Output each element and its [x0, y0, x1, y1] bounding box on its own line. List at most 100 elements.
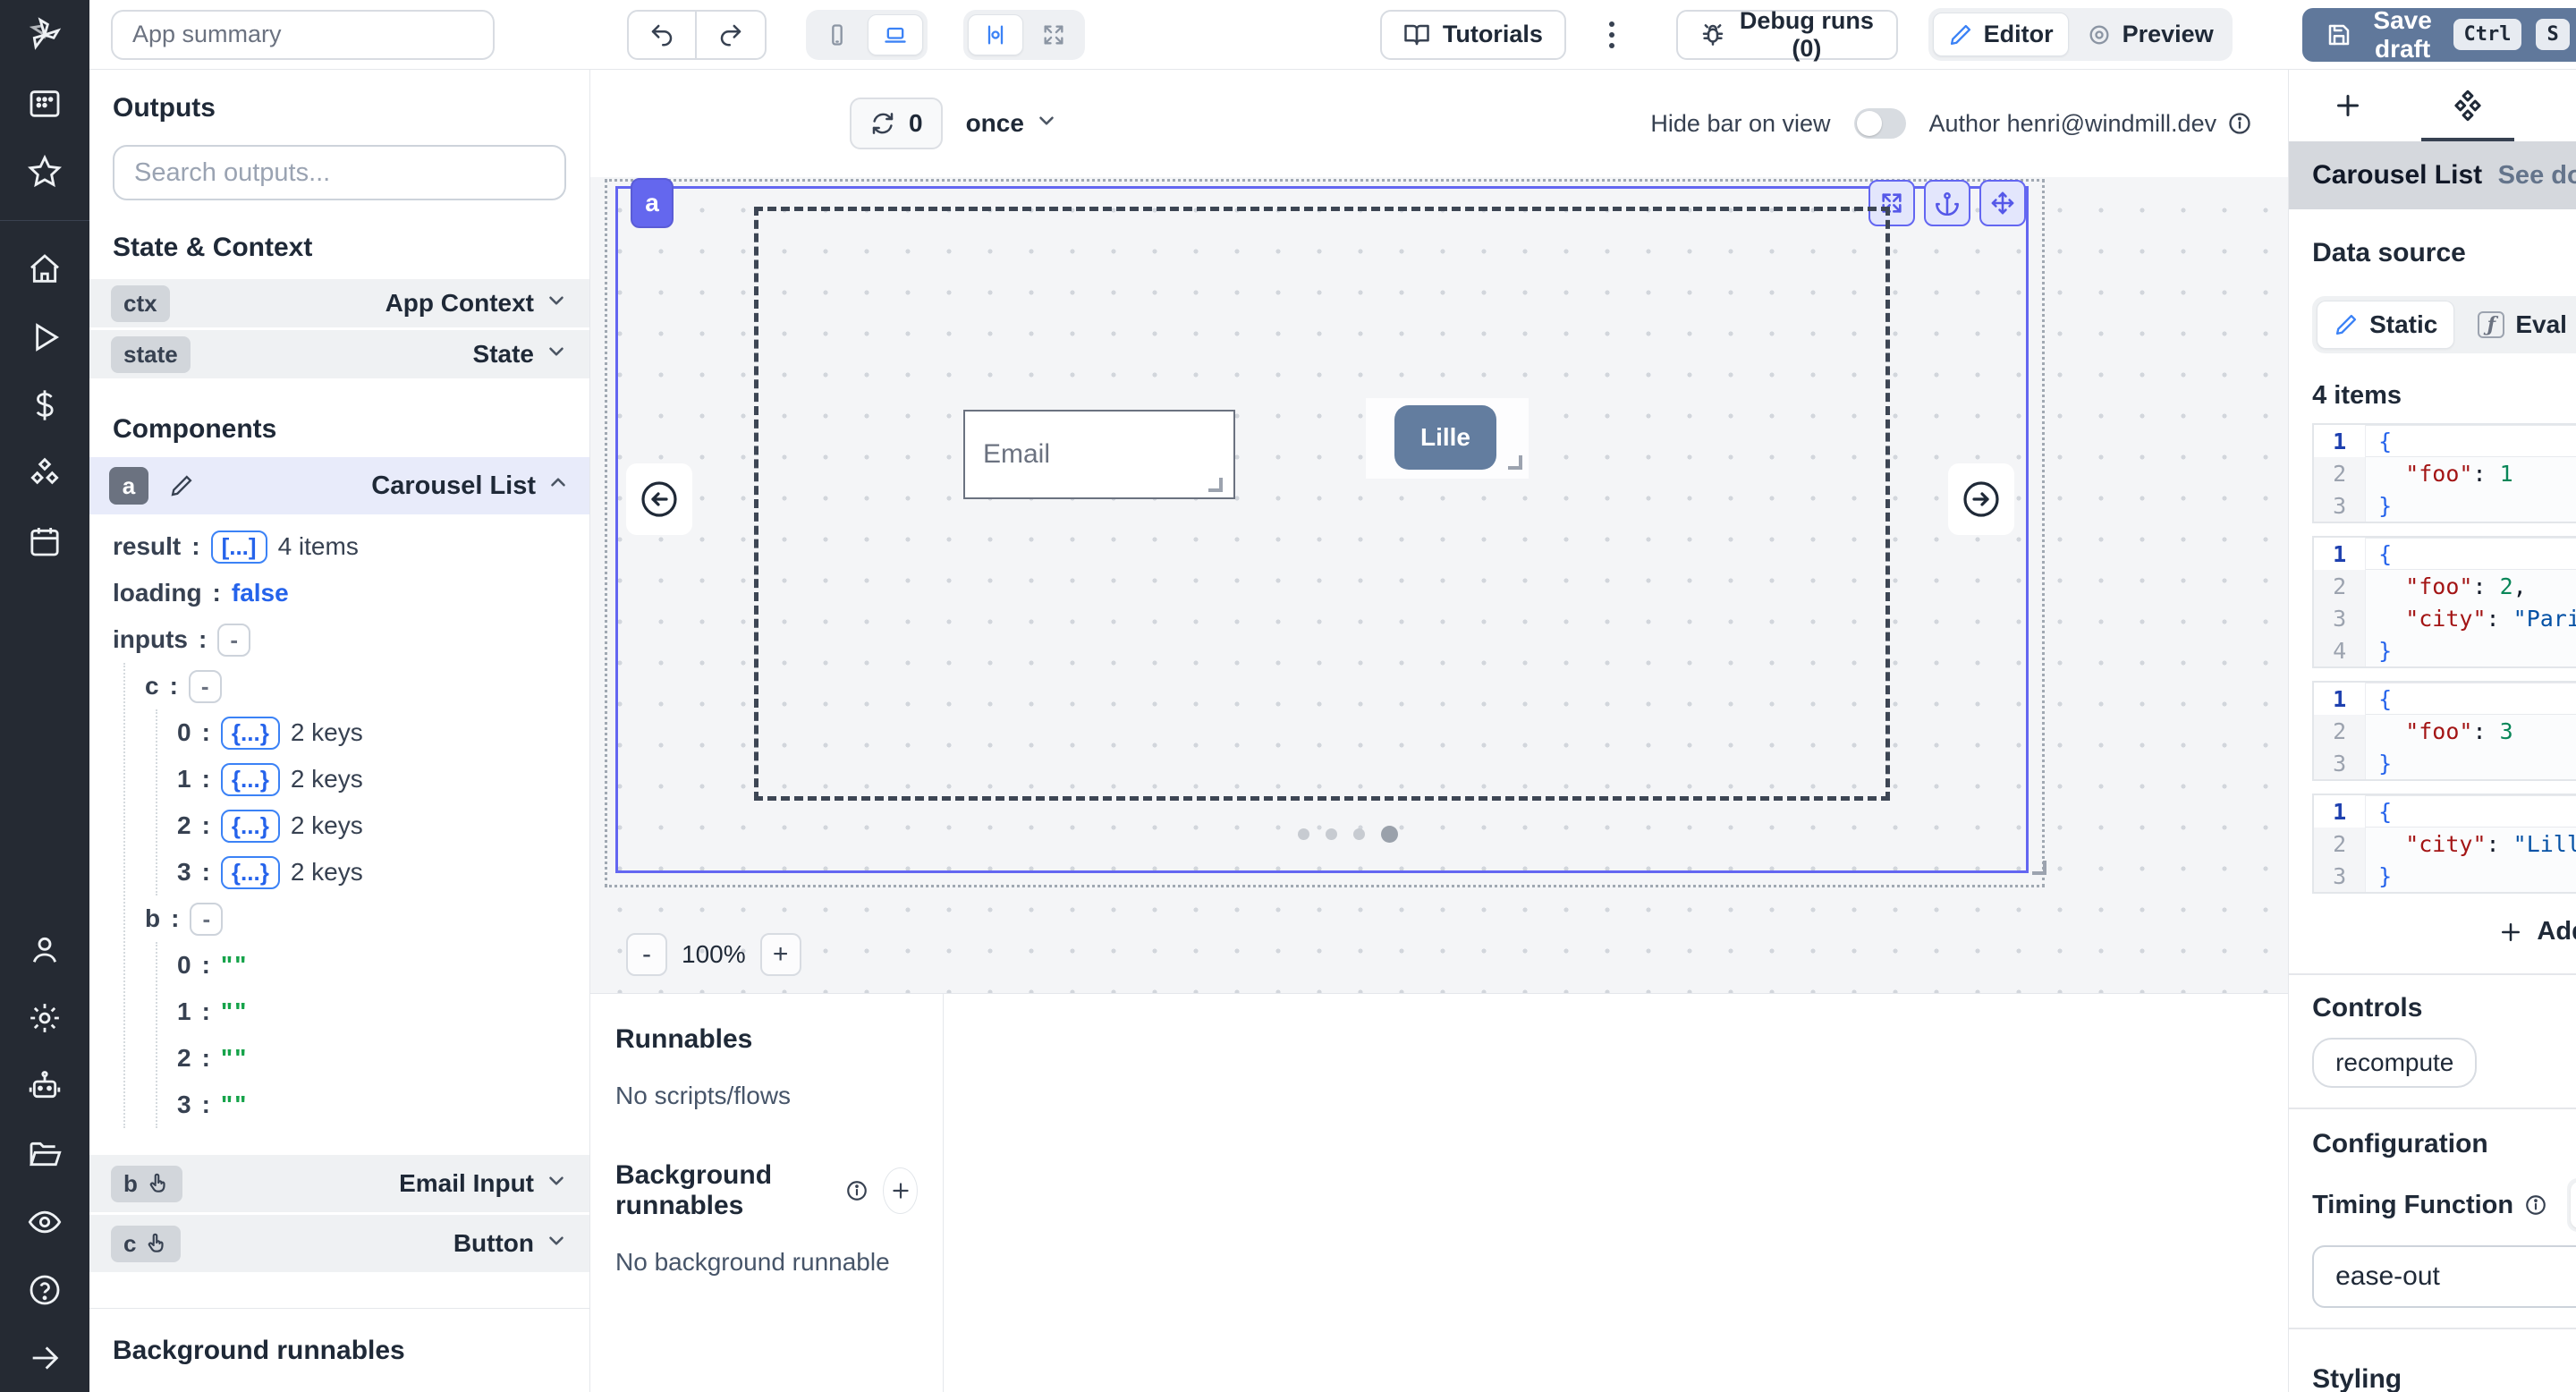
expand-array-button[interactable]: [...] — [211, 530, 267, 564]
app-canvas[interactable]: a Lille — [590, 177, 2288, 993]
schedule-dropdown[interactable]: once — [966, 109, 1058, 139]
timing-function-select[interactable]: ease-out — [2312, 1245, 2576, 1308]
see-documentation-link[interactable]: See documentation — [2498, 161, 2576, 191]
eye-icon[interactable] — [0, 1188, 89, 1256]
component-row-button[interactable]: c Button — [89, 1215, 589, 1272]
styling-brush-tab[interactable] — [2561, 70, 2576, 141]
anchor-component-button[interactable] — [1924, 180, 1970, 226]
more-menu-button[interactable] — [1597, 10, 1626, 60]
eval-mode-tab[interactable]: ƒ Eval — [2462, 301, 2576, 348]
undo-button[interactable] — [627, 10, 697, 60]
refresh-count-button[interactable]: 0 — [850, 98, 943, 149]
component-c-badge: c — [123, 1230, 136, 1258]
expand-object-button[interactable]: {...} — [221, 717, 280, 750]
function-icon: ƒ — [2478, 311, 2504, 338]
rename-pencil-icon[interactable] — [161, 467, 202, 505]
editor-tab[interactable]: Editor — [1933, 13, 2069, 56]
hand-pointer-icon — [147, 1172, 170, 1195]
json-editor[interactable]: 1{ 2 "foo": 2, 3 "city": "Paris" 4} — [2312, 536, 2576, 668]
info-icon[interactable] — [2524, 1193, 2547, 1217]
chevron-up-icon — [547, 471, 570, 501]
email-input-field[interactable] — [963, 410, 1235, 499]
add-background-runnable-button[interactable] — [883, 1167, 918, 1214]
data-item-3: 1{ 2 "foo": 3 3} — [2312, 681, 2576, 781]
component-row-carousel[interactable]: a Carousel List — [89, 457, 589, 514]
schedules-calendar-icon[interactable] — [0, 507, 89, 575]
chevron-down-icon — [545, 1169, 568, 1199]
static-pencil-tab[interactable] — [2571, 1182, 2576, 1228]
zoom-out-button[interactable]: - — [626, 933, 667, 976]
static-mode-tab[interactable]: Static — [2317, 301, 2454, 349]
expand-object-button[interactable]: {...} — [221, 763, 280, 796]
hide-bar-label: Hide bar on view — [1650, 110, 1830, 138]
expand-object-button[interactable]: {...} — [221, 810, 280, 843]
state-context-title: State & Context — [113, 233, 566, 263]
carousel-dot[interactable] — [1326, 828, 1337, 840]
favorites-star-icon[interactable] — [0, 138, 89, 206]
json-editor[interactable]: 1{ 2 "foo": 1 3} — [2312, 423, 2576, 523]
carousel-dot-active[interactable] — [1381, 826, 1398, 843]
json-editor[interactable]: 1{ 2 "foo": 3 3} — [2312, 681, 2576, 781]
help-icon[interactable] — [0, 1256, 89, 1324]
insert-component-tab[interactable] — [2321, 70, 2375, 141]
layout-toggle-group — [963, 10, 1085, 60]
collapse-arrow-icon[interactable] — [0, 1324, 89, 1392]
settings-gear-icon[interactable] — [0, 984, 89, 1052]
canvas-zoom-controls: - 100% + — [626, 933, 801, 976]
mobile-view-button[interactable] — [810, 15, 864, 55]
carousel-prev-button[interactable] — [626, 463, 692, 535]
app-summary-input[interactable] — [111, 10, 495, 60]
workers-robot-icon[interactable] — [0, 1052, 89, 1120]
editor-preview-toggle: Editor Preview — [1928, 8, 2233, 61]
redo-button[interactable] — [697, 10, 767, 60]
tree-key: inputs — [113, 625, 188, 654]
apps-icon[interactable] — [0, 70, 89, 138]
home-icon[interactable] — [0, 235, 89, 303]
variables-dollar-icon[interactable] — [0, 371, 89, 439]
tutorials-button[interactable]: Tutorials — [1380, 10, 1566, 60]
hand-pointer-icon — [145, 1232, 168, 1255]
move-component-button[interactable] — [1979, 180, 2026, 226]
windmill-logo-icon[interactable] — [0, 0, 89, 70]
resources-cubes-icon[interactable] — [0, 439, 89, 507]
recompute-chip[interactable]: recompute — [2312, 1038, 2477, 1088]
user-icon[interactable] — [0, 916, 89, 984]
lille-button[interactable]: Lille — [1394, 405, 1496, 470]
carousel-dot[interactable] — [1298, 828, 1309, 840]
carousel-component-frame[interactable]: a Lille — [615, 186, 2029, 873]
search-outputs-input[interactable] — [113, 145, 566, 200]
author-label: Author henri@windmill.dev — [1929, 110, 2217, 138]
center-content-button[interactable] — [968, 14, 1023, 55]
preview-tab[interactable]: Preview — [2072, 13, 2228, 55]
component-a-handle[interactable]: a — [631, 178, 674, 228]
resize-handle[interactable] — [1508, 455, 1522, 470]
collapse-button[interactable]: - — [189, 670, 222, 703]
output-row-state[interactable]: state State — [89, 330, 589, 378]
tree-index: 1 — [177, 997, 191, 1026]
collapse-button[interactable]: - — [217, 624, 250, 657]
component-settings-tab[interactable] — [2441, 70, 2495, 141]
json-editor[interactable]: 1{ 2 "city": "Lille" 3} — [2312, 794, 2576, 894]
hide-bar-toggle[interactable] — [1854, 108, 1906, 139]
info-icon[interactable] — [845, 1179, 869, 1202]
add-item-button[interactable]: Add — [2483, 910, 2576, 954]
runs-play-icon[interactable] — [0, 303, 89, 371]
resize-handle[interactable] — [1208, 478, 1223, 492]
tree-key: b — [145, 904, 160, 933]
desktop-view-button[interactable] — [868, 14, 923, 55]
carousel-next-button[interactable] — [1948, 463, 2014, 535]
component-resize-handle[interactable] — [2032, 861, 2046, 875]
debug-runs-button[interactable]: Debug runs (0) — [1676, 10, 1897, 60]
info-icon[interactable] — [2227, 111, 2252, 136]
output-row-ctx[interactable]: ctx App Context — [89, 279, 589, 327]
carousel-dot[interactable] — [1353, 828, 1365, 840]
chevron-down-icon — [545, 1229, 568, 1259]
carousel-item-dropzone[interactable] — [754, 207, 1890, 801]
expand-object-button[interactable]: {...} — [221, 856, 280, 889]
folders-icon[interactable] — [0, 1120, 89, 1188]
save-draft-button[interactable]: Save draft Ctrl S — [2302, 8, 2576, 62]
component-row-email[interactable]: b Email Input — [89, 1155, 589, 1212]
zoom-in-button[interactable]: + — [760, 933, 801, 976]
collapse-button[interactable]: - — [190, 903, 223, 936]
fullwidth-button[interactable] — [1027, 15, 1080, 55]
